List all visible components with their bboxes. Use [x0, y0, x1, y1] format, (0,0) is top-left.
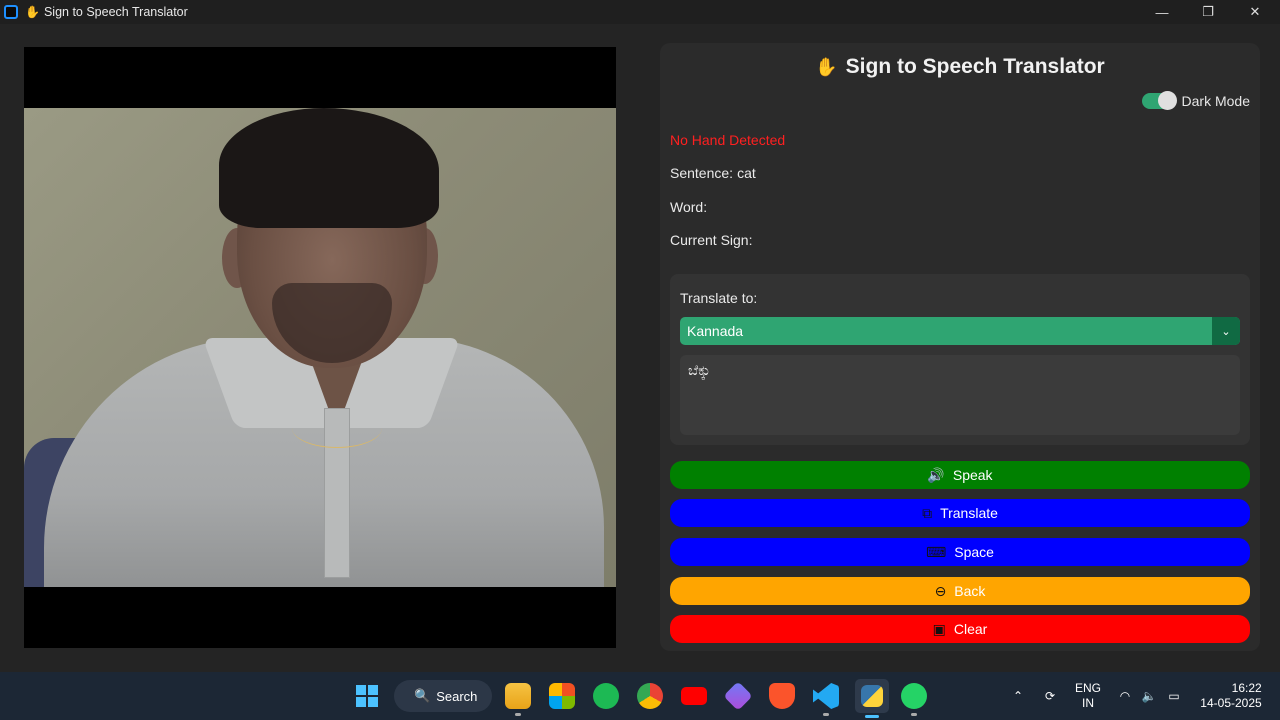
camera-frame	[24, 108, 616, 587]
current-sign-label: Current Sign:	[670, 232, 753, 248]
clear-label: Clear	[953, 621, 988, 637]
sentence-row: Sentence: cat	[670, 165, 756, 181]
dark-mode-label: Dark Mode	[1181, 93, 1250, 109]
vscode-icon[interactable]	[811, 681, 841, 716]
control-panel: ✋ Sign to Speech Translator Dark Mode No…	[660, 43, 1260, 651]
app-icon	[4, 5, 18, 19]
camera-feed	[24, 47, 616, 648]
sentence-value: cat	[737, 165, 756, 181]
minimize-button[interactable]: —	[1139, 0, 1185, 24]
search-icon: 🔍	[414, 688, 431, 703]
file-explorer-icon[interactable]	[503, 681, 533, 716]
sync-icon[interactable]: ⟳	[1038, 672, 1062, 720]
close-button[interactable]: ✕	[1232, 0, 1278, 24]
maximize-button[interactable]: ❐	[1185, 0, 1231, 24]
brave-icon[interactable]	[767, 681, 797, 711]
whatsapp-icon[interactable]	[899, 681, 929, 716]
word-row: Word:	[670, 199, 711, 215]
chevron-up-icon[interactable]: ⌃	[1008, 672, 1028, 720]
taskbar-search[interactable]: 🔍 Search	[394, 680, 492, 712]
back-arrow-icon: ⊖	[934, 582, 947, 599]
panel-heading: ✋ Sign to Speech Translator	[660, 55, 1260, 79]
window-title: Sign to Speech Translator	[43, 5, 188, 19]
window-content: ✋ Sign to Speech Translator Dark Mode No…	[0, 24, 1280, 672]
translation-output[interactable]: ಬೆಕ್ಕು	[680, 355, 1240, 435]
current-sign-row: Current Sign:	[670, 232, 756, 248]
translate-label: Translate	[940, 505, 998, 521]
clock-date: 14-05-2025	[1200, 696, 1262, 710]
dark-mode-switch[interactable]: Dark Mode	[1141, 91, 1250, 110]
clock-time: 16:22	[1231, 681, 1262, 695]
search-label: Search	[436, 688, 478, 704]
space-label: Space	[954, 544, 994, 560]
language-line1: ENG	[1074, 681, 1101, 695]
chevron-down-icon[interactable]: ⌄	[1212, 317, 1240, 345]
page-title: Sign to Speech Translator	[845, 55, 1105, 78]
volume-icon[interactable]: 🔈	[1138, 672, 1160, 720]
keyboard-icon: ⌨	[926, 543, 947, 560]
battery-icon[interactable]: ▭	[1162, 672, 1186, 720]
clock[interactable]: 16:22 14-05-2025	[1194, 672, 1268, 720]
hand-status: No Hand Detected	[670, 132, 786, 148]
translate-icon: ⧉	[922, 504, 933, 521]
media-player-icon[interactable]	[723, 681, 753, 711]
title-bar: ✋ Sign to Speech Translator — ❐ ✕	[0, 0, 1280, 24]
dark-mode-toggle[interactable]	[1141, 91, 1177, 110]
hair-shape	[219, 108, 439, 228]
translate-to-label: Translate to:	[680, 290, 758, 306]
start-icon[interactable]	[352, 681, 382, 711]
word-label: Word:	[670, 199, 708, 215]
back-label: Back	[954, 583, 986, 599]
taskbar: 🔍 Search ⌃ ⟳ ENG IN ◠ 🔈 ▭ 16:22 14-05-20…	[0, 672, 1280, 720]
speaker-icon: 🔊	[927, 466, 945, 483]
clear-icon: ▣	[932, 620, 946, 637]
chrome-icon[interactable]	[635, 681, 665, 711]
microsoft-store-icon[interactable]	[547, 681, 577, 711]
language-selected: Kannada	[687, 323, 744, 339]
neck-chain-shape	[292, 408, 382, 448]
toggle-knob	[1157, 91, 1177, 110]
hand-icon: ✋	[25, 5, 40, 19]
space-button[interactable]: ⌨ Space	[670, 538, 1250, 566]
language-line2: IN	[1081, 696, 1094, 710]
clear-button[interactable]: ▣ Clear	[670, 615, 1250, 643]
translate-button[interactable]: ⧉ Translate	[670, 499, 1250, 527]
speak-button[interactable]: 🔊 Speak	[670, 461, 1250, 489]
hand-icon: ✋	[815, 56, 838, 77]
python-icon[interactable]	[855, 679, 889, 718]
language-dropdown[interactable]: Kannada ⌄	[680, 317, 1240, 345]
translation-section: Translate to: Kannada ⌄ ಬೆಕ್ಕು	[670, 274, 1250, 445]
speak-label: Speak	[952, 467, 993, 483]
spotify-icon[interactable]	[591, 681, 621, 711]
language-indicator[interactable]: ENG IN	[1070, 672, 1106, 720]
wifi-icon[interactable]: ◠	[1114, 672, 1136, 720]
back-button[interactable]: ⊖ Back	[670, 577, 1250, 605]
youtube-icon[interactable]	[679, 681, 709, 711]
sentence-label: Sentence:	[670, 165, 734, 181]
